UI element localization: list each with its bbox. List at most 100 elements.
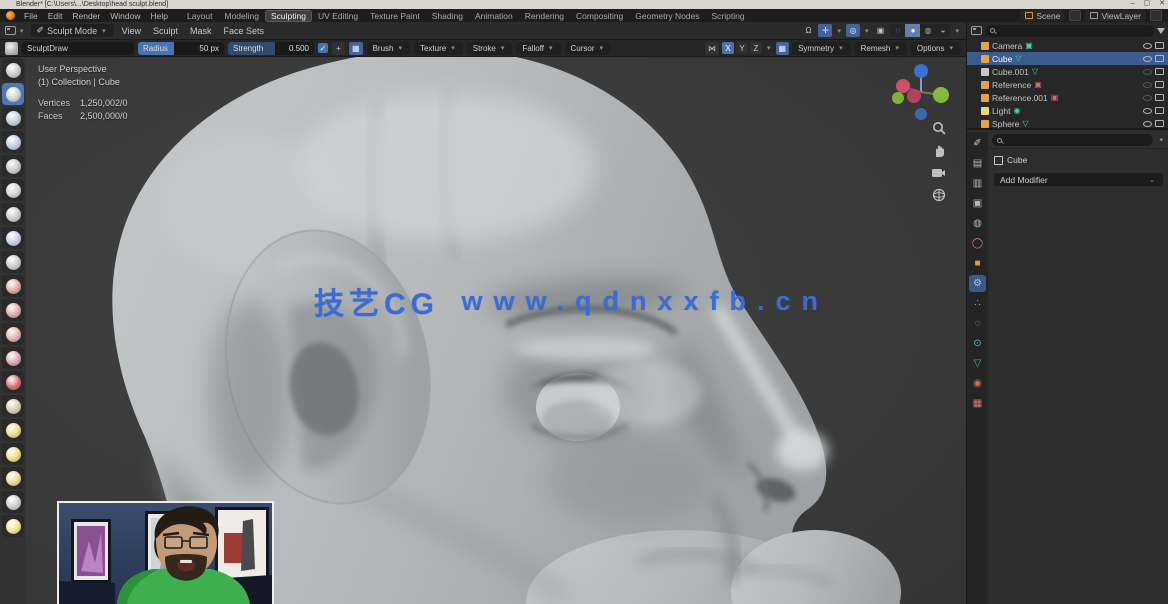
properties-tab[interactable]: ◍ [969, 215, 986, 232]
accumulate-toggle[interactable]: ▦ [349, 42, 363, 55]
topbar-menu[interactable]: Edit [43, 11, 68, 21]
properties-tab[interactable]: ∴ [969, 295, 986, 312]
brush-tool-button[interactable] [2, 491, 24, 513]
symmetry-axis-button[interactable]: Z [750, 42, 762, 54]
viewport-menu[interactable]: Sculpt [147, 26, 184, 36]
outliner-search-input[interactable] [985, 25, 1154, 37]
brush-tool-button[interactable] [2, 179, 24, 201]
tool-popover-right[interactable]: Remesh▾ [855, 42, 907, 55]
zoom-icon[interactable] [932, 121, 946, 135]
filter-icon[interactable] [1157, 28, 1165, 34]
perspective-grid-icon[interactable] [932, 188, 946, 202]
shading-chevron-icon[interactable]: ▾ [953, 27, 961, 35]
properties-tab[interactable]: ▤ [969, 155, 986, 172]
brush-tool-button[interactable] [2, 275, 24, 297]
blender-logo-icon[interactable] [6, 11, 15, 20]
properties-tab[interactable]: ▥ [969, 175, 986, 192]
workspace-tab[interactable]: Sculpting [265, 10, 312, 22]
tool-popover[interactable]: Stroke▾ [467, 42, 513, 55]
hide-eye-toggle[interactable] [1143, 121, 1152, 127]
symmetry-butterfly-icon[interactable]: ⋈ [705, 42, 719, 55]
snap-magnet-icon[interactable]: Ω [801, 24, 815, 37]
render-visibility-toggle[interactable] [1155, 68, 1164, 75]
viewport-menu[interactable]: View [116, 26, 147, 36]
outliner-row[interactable]: Light ◉ [967, 104, 1168, 117]
workspace-tab[interactable]: Compositing [570, 10, 629, 22]
add-modifier-dropdown[interactable]: Add Modifier ⌄ [994, 173, 1163, 186]
properties-tab[interactable]: ■ [969, 255, 986, 272]
render-visibility-toggle[interactable] [1155, 107, 1164, 114]
shading-mode-button[interactable]: ◍ [920, 24, 935, 37]
hide-eye-toggle[interactable] [1143, 56, 1152, 62]
brush-tool-button[interactable] [2, 155, 24, 177]
properties-tab[interactable]: ▣ [969, 195, 986, 212]
scene-selector[interactable]: Scene [1020, 10, 1065, 21]
viewport-menu[interactable]: Mask [184, 26, 218, 36]
outliner-row[interactable]: Cube.001 ▽ [967, 65, 1168, 78]
minimize-button[interactable]: – [1131, 0, 1135, 8]
view-layer-selector[interactable]: ViewLayer [1085, 10, 1146, 21]
overlays-toggle[interactable]: ◎ [846, 24, 860, 37]
properties-tab[interactable]: ⚙ [969, 275, 986, 292]
outliner-row[interactable]: Sphere ▽ [967, 117, 1168, 130]
properties-tab[interactable]: ▦ [969, 395, 986, 412]
brush-tool-button[interactable] [2, 323, 24, 345]
render-visibility-toggle[interactable] [1155, 42, 1164, 49]
brush-tool-button[interactable] [2, 59, 24, 81]
symmetry-axis-button[interactable]: Y [736, 42, 748, 54]
render-visibility-toggle[interactable] [1155, 94, 1164, 101]
brush-tool-button[interactable] [2, 299, 24, 321]
workspace-tab[interactable]: Rendering [519, 10, 570, 22]
render-visibility-toggle[interactable] [1155, 55, 1164, 62]
properties-search-input[interactable] [992, 134, 1153, 146]
hide-eye-toggle[interactable] [1143, 108, 1152, 114]
tool-popover[interactable]: Falloff▾ [516, 42, 560, 55]
outliner-row[interactable]: Camera ▣ [967, 39, 1168, 52]
properties-tab[interactable]: ⊙ [969, 335, 986, 352]
overlays-chevron-icon[interactable]: ▾ [863, 27, 871, 35]
hide-eye-toggle[interactable] [1143, 95, 1152, 101]
tool-popover-right[interactable]: Symmetry▾ [792, 42, 851, 55]
shading-mode-button[interactable]: ◒ [935, 24, 950, 37]
brush-tool-button[interactable] [2, 419, 24, 441]
hide-eye-toggle[interactable] [1143, 43, 1152, 49]
mode-selector[interactable]: ✐ Sculpt Mode ▾ [31, 24, 114, 37]
brush-tool-button[interactable] [2, 131, 24, 153]
brush-tool-button[interactable] [2, 203, 24, 225]
hide-eye-toggle[interactable] [1143, 82, 1152, 88]
render-visibility-toggle[interactable] [1155, 120, 1164, 127]
topbar-menu[interactable]: Help [145, 11, 172, 21]
brush-tool-button[interactable] [2, 467, 24, 489]
voxel-grid-toggle[interactable]: ▦ [776, 42, 790, 55]
topbar-menu[interactable]: Window [105, 11, 145, 21]
move-hand-icon[interactable] [932, 144, 946, 158]
workspace-tab[interactable]: Geometry Nodes [629, 10, 705, 22]
camera-view-icon[interactable] [931, 167, 946, 179]
render-visibility-toggle[interactable] [1155, 81, 1164, 88]
close-button[interactable]: ✕ [1159, 0, 1165, 8]
workspace-tab[interactable]: Layout [181, 10, 219, 22]
tool-popover[interactable]: Cursor▾ [565, 42, 612, 55]
brush-tool-button[interactable] [2, 395, 24, 417]
properties-tab[interactable]: ◉ [969, 375, 986, 392]
radius-slider[interactable]: Radius 50 px [138, 42, 224, 55]
editor-type-icon[interactable] [5, 26, 16, 35]
outliner-editor-icon[interactable] [971, 26, 982, 35]
tool-popover[interactable]: Brush▾ [367, 42, 410, 55]
viewport-menu[interactable]: Face Sets [218, 26, 271, 36]
properties-options-icon[interactable]: ▾ [1157, 136, 1165, 144]
direction-plus-button[interactable]: + [332, 42, 345, 55]
brush-tool-button[interactable] [2, 443, 24, 465]
symmetry-chevron-icon[interactable]: ▾ [765, 44, 773, 52]
workspace-tab[interactable]: Texture Paint [364, 10, 426, 22]
workspace-tab[interactable]: Shading [426, 10, 469, 22]
hide-eye-toggle[interactable] [1143, 69, 1152, 75]
symmetry-axis-button[interactable]: X [722, 42, 734, 54]
workspace-tab[interactable]: Modeling [219, 10, 266, 22]
workspace-tab[interactable]: Scripting [706, 10, 751, 22]
viewport-3d[interactable]: User Perspective(1) Collection | Cube Ve… [26, 57, 966, 604]
properties-tab[interactable]: ▽ [969, 355, 986, 372]
properties-tab[interactable]: ◯ [969, 235, 986, 252]
brush-tool-button[interactable] [2, 107, 24, 129]
new-scene-button[interactable] [1069, 10, 1081, 21]
